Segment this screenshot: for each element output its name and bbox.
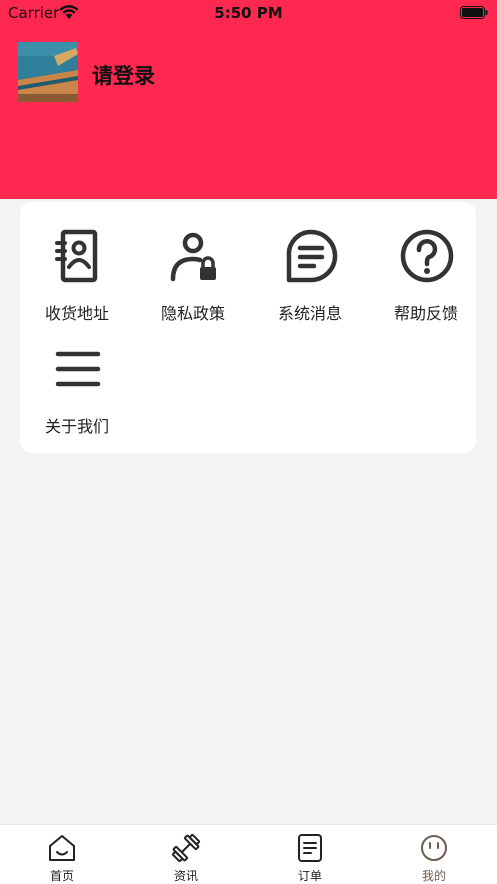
menu-item-address[interactable]: 收货地址 xyxy=(22,202,132,323)
menu-item-label: 系统消息 xyxy=(277,304,342,323)
profile-header: Carrier 5:50 PM 请登录 xyxy=(0,0,497,199)
battery-icon xyxy=(460,6,488,19)
login-link[interactable]: 请登录 xyxy=(92,60,155,90)
tab-home[interactable]: 首页 xyxy=(0,825,124,884)
tab-mine[interactable]: 我的 xyxy=(372,825,496,884)
menu-item-about[interactable]: 关于我们 xyxy=(22,315,132,436)
help-icon xyxy=(400,229,454,283)
menu-item-messages[interactable]: 系统消息 xyxy=(255,202,365,323)
menu-item-help[interactable]: 帮助反馈 xyxy=(371,202,481,323)
tab-label: 首页 xyxy=(49,869,74,883)
address-book-icon xyxy=(55,229,98,283)
home-icon xyxy=(49,835,75,861)
message-icon xyxy=(286,229,338,283)
face-icon xyxy=(421,835,447,861)
menu-item-label: 隐私政策 xyxy=(160,304,225,323)
menu-item-label: 关于我们 xyxy=(44,417,109,436)
user-lock-icon xyxy=(170,232,216,282)
menu-item-label: 帮助反馈 xyxy=(393,304,458,323)
dumbbell-icon xyxy=(171,833,201,863)
status-bar: Carrier 5:50 PM xyxy=(0,0,497,26)
menu-lines-icon xyxy=(55,351,101,387)
tab-bar: 首页 资讯 订单 我的 xyxy=(0,824,497,884)
menu-card: 收货地址 隐私政策 系统消息 帮助反馈 关于我们 xyxy=(20,202,476,453)
tab-orders[interactable]: 订单 xyxy=(248,825,372,884)
tab-label: 资讯 xyxy=(173,869,198,883)
avatar-image xyxy=(18,42,78,102)
status-time: 5:50 PM xyxy=(214,4,283,22)
menu-item-privacy[interactable]: 隐私政策 xyxy=(138,202,248,323)
tab-news[interactable]: 资讯 xyxy=(124,825,248,884)
order-icon xyxy=(298,834,322,862)
avatar[interactable] xyxy=(18,42,78,102)
tab-label: 订单 xyxy=(297,869,322,883)
tab-label: 我的 xyxy=(421,869,446,883)
